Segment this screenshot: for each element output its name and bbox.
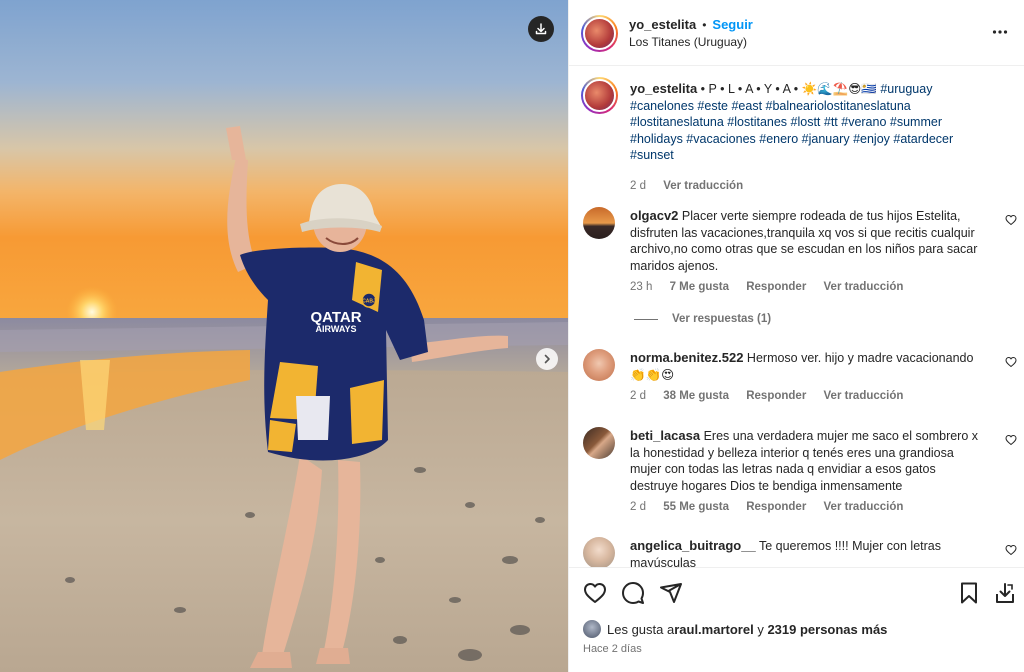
location-link[interactable]: Los Titanes (Uruguay) [629,35,747,49]
likes-prefix: Les gusta a [607,621,675,637]
chevron-right-icon [544,354,550,364]
caption-hashtags-1[interactable]: #uruguay [880,82,932,96]
share-button[interactable] [659,581,683,610]
comment-avatar[interactable] [583,427,615,459]
comment-text: norma.benitez.522 Hermoso ver. hijo y ma… [630,350,986,383]
post-details-panel: yo_estelita • Seguir Los Titanes (Urugua… [568,0,1024,672]
comment-username[interactable]: norma.benitez.522 [630,350,743,365]
more-options-button[interactable] [992,24,1008,45]
comment-meta: 2 d 55 Me gusta Responder Ver traducción [630,501,917,513]
follow-button[interactable]: Seguir [712,17,752,32]
beach-photo: QATAR AIRWAYS CABJ [0,0,568,672]
post-viewer: QATAR AIRWAYS CABJ yo_estelita • Seguir … [0,0,1024,672]
comment-text: angelica_buitrago__ Te queremos !!!! Muj… [630,538,986,567]
post-photo[interactable]: QATAR AIRWAYS CABJ [0,0,568,672]
caption-avatar[interactable] [581,77,618,114]
comment-username[interactable]: beti_lacasa [630,428,700,443]
comment-reply-button[interactable]: Responder [746,390,806,402]
comment-like-icon[interactable] [1005,356,1017,368]
comment-avatar[interactable] [583,349,615,381]
shirt-sponsor-subtext: AIRWAYS [315,324,356,334]
comment-avatar[interactable] [583,207,615,239]
comment-meta: 23 h 7 Me gusta Responder Ver traducción [630,281,917,293]
send-icon [660,583,682,603]
liker-avatar [583,620,601,638]
comment-like-icon[interactable] [1005,434,1017,446]
caption-emojis: ☀️🌊⛱️😎🇺🇾 [801,82,877,96]
bookmark-icon [961,582,977,604]
download-button[interactable] [528,16,554,42]
comments-list[interactable]: yo_estelita • P • L • A • Y • A • ☀️🌊⛱️😎… [569,67,1024,567]
likes-joiner: y [753,621,768,637]
comment-text: beti_lacasa Eres una verdadera mujer me … [630,428,986,494]
caption-text: yo_estelita • P • L • A • Y • A • ☀️🌊⛱️😎… [630,81,986,164]
comment-translate-link[interactable]: Ver traducción [824,390,904,402]
comment-reply-button[interactable]: Responder [746,501,806,513]
comment-time: 2 d [630,501,646,513]
shirt-badge-text: CABJ [362,299,376,305]
comment-text: olgacv2 Placer verte siempre rodeada de … [630,208,986,274]
more-icon [992,30,1008,34]
save-button[interactable] [957,581,981,610]
comment-username[interactable]: olgacv2 [630,208,678,223]
next-image-button[interactable] [536,348,558,370]
caption-meta: 2 d Ver traducción [630,180,757,192]
comment-like-icon[interactable] [1005,544,1017,556]
comment-body: Placer verte siempre rodeada de tus hijo… [630,209,978,273]
download-icon [535,23,547,35]
author-row: yo_estelita • Seguir [629,17,753,32]
heart-icon [584,583,606,603]
save-to-computer-icon [996,583,1014,603]
author-avatar[interactable] [581,15,618,52]
caption-hashtags-5[interactable]: #sunset [630,148,674,162]
comment-translate-link[interactable]: Ver traducción [824,501,904,513]
comment-avatar[interactable] [583,537,615,567]
replies-divider [634,318,658,320]
separator-dot: • [702,17,707,32]
comment-like-icon[interactable] [1005,214,1017,226]
comment-meta: 2 d 38 Me gusta Responder Ver traducción [630,390,917,402]
comment-likes[interactable]: 7 Me gusta [670,281,729,293]
comment-button[interactable] [621,581,645,610]
likes-others[interactable]: 2319 personas más [767,622,887,637]
comment-icon [622,582,644,604]
liker-username[interactable]: raul.martorel [674,622,753,637]
like-button[interactable] [583,581,607,610]
likes-summary[interactable]: Les gusta a raul.martorel y 2319 persona… [583,620,887,638]
caption-hashtags-2[interactable]: #canelones #este #east #balneariolostita… [630,99,911,113]
caption-hashtags-4[interactable]: #holidays #vacaciones #enero #january #e… [630,132,953,146]
caption-time: 2 d [630,180,646,192]
caption-username[interactable]: yo_estelita [630,81,697,96]
view-replies-label: Ver respuestas (1) [672,313,772,325]
comment-likes[interactable]: 55 Me gusta [663,501,729,513]
comment-time: 23 h [630,281,653,293]
view-replies-button[interactable]: Ver respuestas (1) [634,313,771,325]
save-to-computer-button[interactable] [993,581,1017,610]
caption-hashtags-3[interactable]: #lostitaneslatuna #lostitanes #lostt #tt… [630,115,942,129]
comment-translate-link[interactable]: Ver traducción [824,281,904,293]
action-bar: Les gusta a raul.martorel y 2319 persona… [569,567,1024,672]
comment-username[interactable]: angelica_buitrago__ [630,538,756,553]
caption-translate-link[interactable]: Ver traducción [663,180,743,192]
caption-body: • P • L • A • Y • A • [697,82,802,96]
comment-likes[interactable]: 38 Me gusta [663,390,729,402]
comment-time: 2 d [630,390,646,402]
comment-reply-button[interactable]: Responder [746,281,806,293]
post-date[interactable]: Hace 2 días [583,643,642,655]
author-username[interactable]: yo_estelita [629,17,696,32]
post-header: yo_estelita • Seguir Los Titanes (Urugua… [569,0,1024,66]
